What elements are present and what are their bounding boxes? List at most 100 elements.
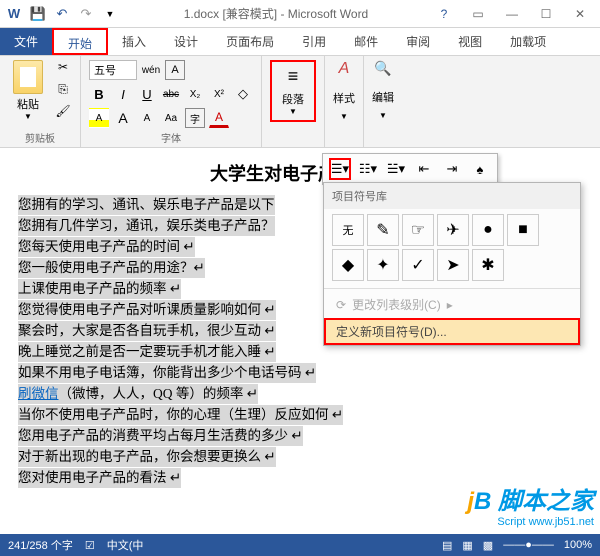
clear-format-icon[interactable]: ◇ <box>233 84 253 104</box>
document-line: 您拥有几件学习，通讯，娱乐类电子产品？ <box>18 216 275 236</box>
bullet-none[interactable]: 无 <box>332 214 364 246</box>
bullet-diamond[interactable]: ◆ <box>332 249 364 281</box>
paste-button[interactable]: 粘贴 ▼ <box>8 60 48 121</box>
decrease-indent-button[interactable]: ⇤ <box>413 158 435 180</box>
document-line: 如果不用电子电话簿，你能背出多少个电话号码 ↵ <box>18 363 316 383</box>
document-line: 您对使用电子产品的看法 ↵ <box>18 468 181 488</box>
document-line: 您觉得使用电子产品对听课质量影响如何 ↵ <box>18 300 276 320</box>
italic-button[interactable]: I <box>113 84 133 104</box>
tab-layout[interactable]: 页面布局 <box>212 28 288 55</box>
document-line: 您一般使用电子产品的用途？↵ <box>18 258 205 278</box>
document-line: 您每天使用电子产品的时间 ↵ <box>18 237 195 257</box>
tab-file[interactable]: 文件 <box>0 28 52 55</box>
tab-mailings[interactable]: 邮件 <box>340 28 392 55</box>
font-color-button[interactable]: A <box>209 108 229 128</box>
highlight-button[interactable]: A <box>89 108 109 128</box>
chevron-down-icon: ▼ <box>289 107 297 116</box>
tab-home[interactable]: 开始 <box>52 28 108 55</box>
styles-group: A 样式 ▼ <box>325 56 364 147</box>
multilevel-button[interactable]: ☱▾ <box>385 158 407 180</box>
find-icon[interactable]: 🔍 <box>374 60 391 77</box>
tab-view[interactable]: 视图 <box>444 28 496 55</box>
undo-icon[interactable]: ↶ <box>54 6 70 22</box>
document-line: 您用电子产品的消费平均占每月生活费的多少 ↵ <box>18 426 303 446</box>
bullet-pencil[interactable]: ✎ <box>367 214 399 246</box>
zoom-slider[interactable]: ——●—— <box>503 539 554 551</box>
underline-button[interactable]: U <box>137 84 157 104</box>
bullets-button[interactable]: ☰▾ <box>329 158 351 180</box>
subscript-button[interactable]: X₂ <box>185 84 205 104</box>
styles-icon[interactable]: A <box>339 60 350 78</box>
phonetic-guide-button[interactable]: wén <box>141 60 161 80</box>
editing-group: 🔍 编辑 ▼ <box>364 56 402 147</box>
document-line: 刷微信（微博，人人，QQ 等）的频率 ↵ <box>18 384 258 404</box>
minimize-button[interactable]: — <box>502 7 522 21</box>
grow-font-button[interactable]: A <box>113 108 133 128</box>
tab-addins[interactable]: 加载项 <box>496 28 560 55</box>
paste-icon <box>13 60 43 94</box>
maximize-button[interactable]: ☐ <box>536 7 556 21</box>
document-line: 对于新出现的电子产品，你会想要更换么 ↵ <box>18 447 276 467</box>
define-new-bullet[interactable]: 定义新项目符号(D)... <box>324 318 580 345</box>
tab-insert[interactable]: 插入 <box>108 28 160 55</box>
sort-button[interactable]: ♠ <box>469 158 491 180</box>
chevron-down-icon: ▼ <box>24 112 32 121</box>
chevron-down-icon: ▼ <box>340 112 348 121</box>
numbering-button[interactable]: ☷▾ <box>357 158 379 180</box>
chevron-down-icon: ▼ <box>379 111 387 120</box>
view-print-icon[interactable]: ▤ <box>442 539 452 552</box>
bullet-plane[interactable]: ✈ <box>437 214 469 246</box>
clipboard-group: 粘贴 ▼ ✂ ⎘ 🖌 剪贴板 <box>0 56 81 147</box>
paragraph-button[interactable]: ≡ 段落 ▼ <box>270 60 316 122</box>
enclose-char-button[interactable]: 字 <box>185 108 205 128</box>
save-icon[interactable]: 💾 <box>30 6 46 22</box>
zoom-level[interactable]: 100% <box>564 539 592 551</box>
font-size-select[interactable]: 五号 <box>89 60 137 80</box>
bullet-library-panel: 项目符号库 无 ✎ ☞ ✈ ● ■ ◆ ✦ ✓ ➤ ✱ ⟳ 更改列表级别(C) … <box>323 182 581 346</box>
tab-review[interactable]: 审阅 <box>392 28 444 55</box>
word-app-icon: W <box>6 6 22 22</box>
bullet-circle[interactable]: ● <box>472 214 504 246</box>
char-border-button[interactable]: A <box>165 60 185 80</box>
bullet-arrow[interactable]: ➤ <box>437 249 469 281</box>
status-bar: 241/258 个字 ☑ 中文(中 ▤ ▦ ▩ ——●—— 100% <box>0 534 600 556</box>
watermark: jB 脚本之家 Script www.jb51.net <box>467 481 594 528</box>
document-line: 晚上睡觉之前是否一定要玩手机才能入睡 ↵ <box>18 342 276 362</box>
window-title: 1.docx [兼容模式] - Microsoft Word <box>118 5 434 22</box>
change-case-button[interactable]: Aa <box>161 108 181 128</box>
bullet-square[interactable]: ■ <box>507 214 539 246</box>
panel-header: 项目符号库 <box>324 183 580 209</box>
help-icon[interactable]: ? <box>434 7 454 21</box>
strike-button[interactable]: abc <box>161 84 181 104</box>
bullet-fourstar[interactable]: ✦ <box>367 249 399 281</box>
redo-icon[interactable]: ↷ <box>78 6 94 22</box>
superscript-button[interactable]: X² <box>209 84 229 104</box>
spellcheck-icon[interactable]: ☑ <box>85 539 95 552</box>
view-web-icon[interactable]: ▩ <box>483 539 493 552</box>
bullet-star[interactable]: ✱ <box>472 249 504 281</box>
paragraph-group: ≡ 段落 ▼ <box>262 56 325 147</box>
tab-references[interactable]: 引用 <box>288 28 340 55</box>
shrink-font-button[interactable]: A <box>137 108 157 128</box>
bold-button[interactable]: B <box>89 84 109 104</box>
align-icon: ≡ <box>288 66 299 87</box>
document-line: 聚会时，大家是否各自玩手机，很少互动 ↵ <box>18 321 276 341</box>
copy-icon[interactable]: ⎘ <box>54 82 72 100</box>
ribbon-options-icon[interactable]: ▭ <box>468 7 488 21</box>
language[interactable]: 中文(中 <box>107 537 144 553</box>
tab-design[interactable]: 设计 <box>160 28 212 55</box>
qat-dropdown-icon[interactable]: ▼ <box>102 6 118 22</box>
bullet-hand[interactable]: ☞ <box>402 214 434 246</box>
bullet-check[interactable]: ✓ <box>402 249 434 281</box>
document-line: 您拥有的学习、通讯、娱乐电子产品是以下 <box>18 195 275 215</box>
format-painter-icon[interactable]: 🖌 <box>54 104 72 122</box>
document-line: 当你不使用电子产品时，你的心理（生理）反应如何 ↵ <box>18 405 343 425</box>
increase-indent-button[interactable]: ⇥ <box>441 158 463 180</box>
view-read-icon[interactable]: ▦ <box>462 539 472 552</box>
document-line: 上课使用电子产品的频率 ↵ <box>18 279 181 299</box>
mini-toolbar: ☰▾ ☷▾ ☱▾ ⇤ ⇥ ♠ <box>322 153 498 185</box>
page-count[interactable]: 241/258 个字 <box>8 537 73 553</box>
ribbon-tabs: 文件 开始 插入 设计 页面布局 引用 邮件 审阅 视图 加载项 <box>0 28 600 56</box>
close-button[interactable]: ✕ <box>570 7 590 21</box>
cut-icon[interactable]: ✂ <box>54 60 72 78</box>
